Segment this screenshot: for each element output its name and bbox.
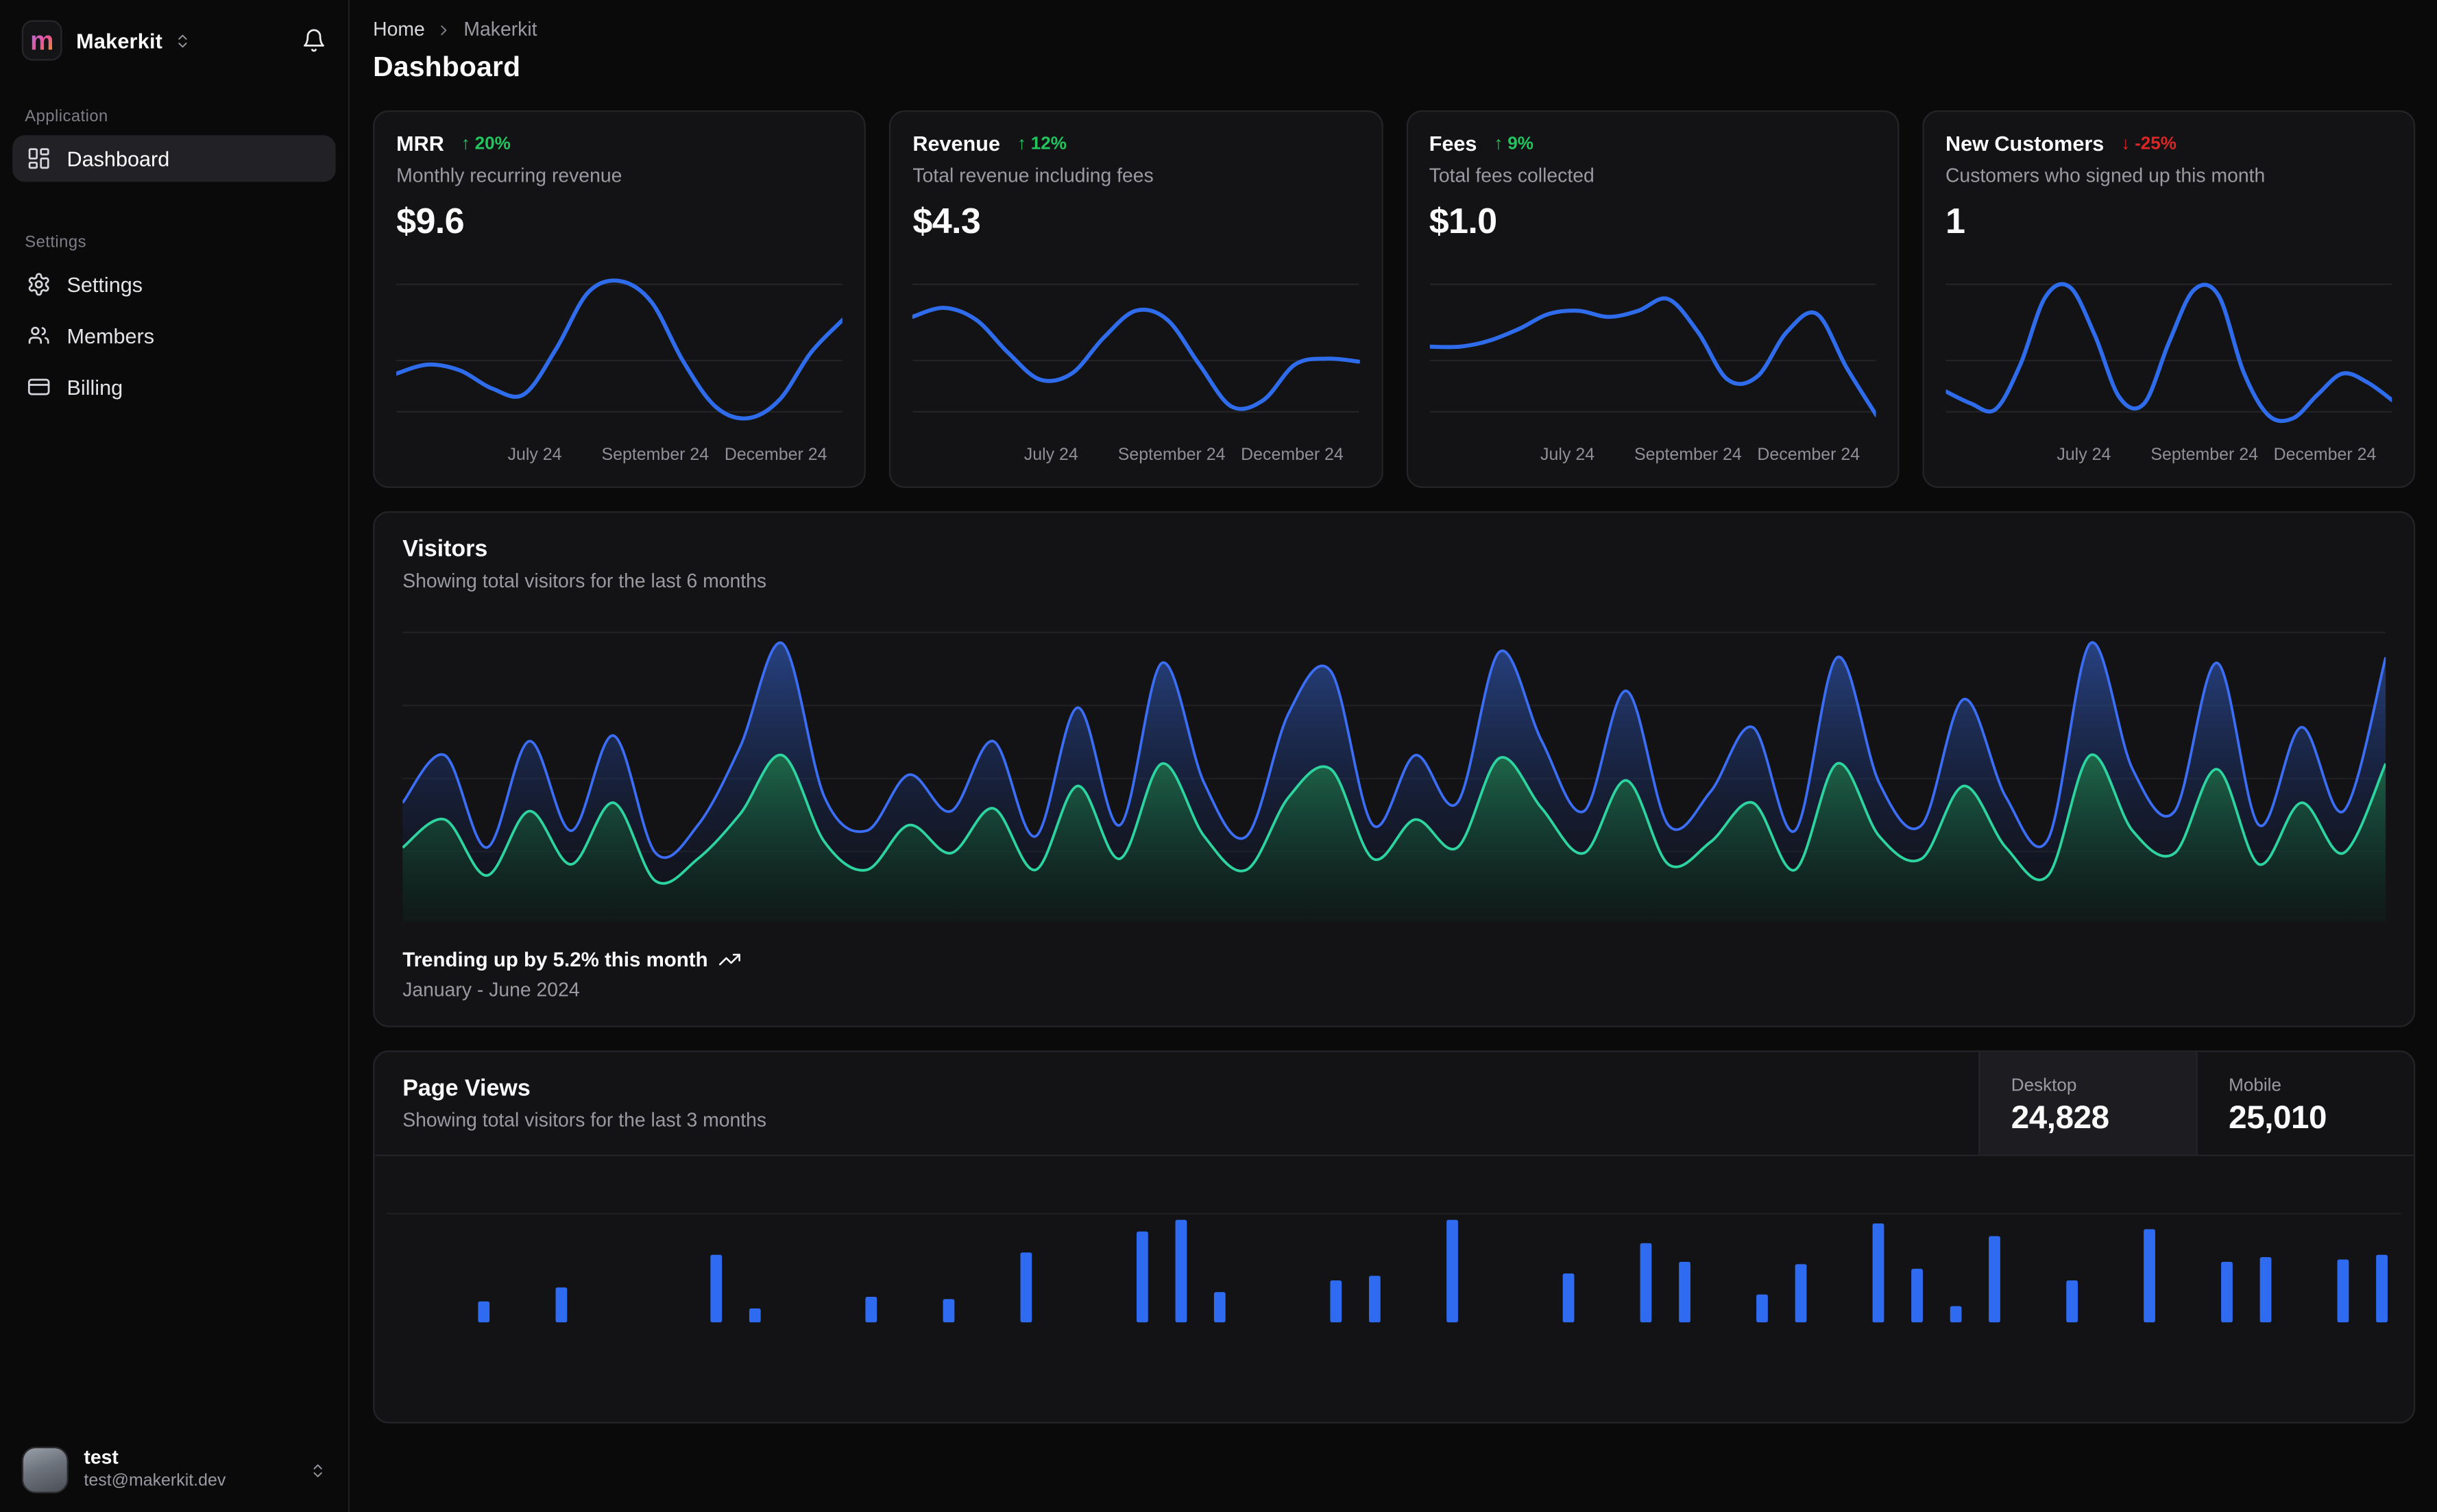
stat-title: MRR [396, 132, 444, 156]
user-name: test [84, 1447, 119, 1470]
trending-summary: Trending up by 5.2% this month [402, 948, 2386, 971]
chevron-right-icon [436, 21, 453, 38]
stat-value: $9.6 [396, 200, 464, 241]
users-icon [27, 324, 51, 348]
trend-badge: ↑ 12% [1017, 134, 1067, 154]
sidebar-item-label: Members [66, 324, 155, 347]
toggle-desktop[interactable]: Desktop 24,828 [1978, 1051, 2196, 1155]
stat-card-revenue: Revenue ↑ 12% Total revenue including fee… [889, 110, 1383, 488]
arrow-up-icon: ↑ [1494, 134, 1503, 154]
stat-subtitle: Monthly recurring revenue [396, 164, 622, 187]
stat-title: Revenue [912, 132, 1001, 156]
makerkit-dashboard-app: m Makerkit Application Dashboard Setting… [0, 0, 2437, 1512]
sidebar-item-billing[interactable]: Billing [12, 364, 336, 411]
toggle-mobile[interactable]: Mobile 25,010 [2196, 1051, 2414, 1155]
arrow-down-icon: ↓ [2121, 134, 2131, 154]
arrow-up-icon: ↑ [1017, 134, 1026, 154]
trend-badge: ↓ -25% [2121, 134, 2177, 154]
stat-title: Fees [1429, 132, 1477, 156]
user-info: test test@makerkit.dev [84, 1447, 226, 1493]
page-views-bar-chart [387, 1212, 2401, 1323]
stat-card-mrr: MRR ↑ 20% Monthly recurring revenue $9.6 … [373, 110, 866, 488]
revenue-line-chart [912, 283, 1359, 413]
stat-subtitle: Total fees collected [1429, 164, 1595, 187]
sidebar-section-application: Application [25, 107, 108, 126]
stat-value: $1.0 [1429, 200, 1497, 241]
sidebar-item-label: Billing [66, 375, 123, 399]
x-axis-labels: July 24 September 24 December 24 [507, 446, 827, 465]
visitors-subtitle: Showing total visitors for the last 6 mo… [402, 570, 767, 592]
stat-subtitle: Customers who signed up this month [1945, 164, 2266, 187]
main-content: Home Makerkit Dashboard MRR ↑ 20% Monthly… [351, 0, 2437, 1512]
stat-value: 1 [1945, 200, 1965, 241]
sidebar: m Makerkit Application Dashboard Setting… [0, 0, 350, 1512]
stat-value: $4.3 [912, 200, 981, 241]
page-views-header: Page Views Showing total visitors for th… [374, 1051, 2414, 1156]
sidebar-item-label: Dashboard [66, 147, 170, 171]
desktop-total: 24,828 [2011, 1099, 2109, 1136]
trending-period: January - June 2024 [402, 979, 580, 1001]
sidebar-item-settings[interactable]: Settings [12, 261, 336, 308]
x-axis-labels: July 24 September 24 December 24 [1023, 446, 1344, 465]
stat-subtitle: Total revenue including fees [912, 164, 1154, 187]
page-views-title: Page Views [402, 1075, 531, 1102]
credit-card-icon [27, 374, 51, 399]
breadcrumb-home-link[interactable]: Home [373, 19, 425, 40]
new-customers-line-chart [1945, 282, 2392, 424]
trending-up-icon [719, 948, 742, 971]
dashboard-icon [27, 146, 51, 171]
makerkit-logo: m [21, 20, 62, 61]
visitors-area-chart [402, 631, 2386, 922]
user-avatar [21, 1446, 69, 1493]
x-axis-labels: July 24 September 24 December 24 [1540, 446, 1860, 465]
x-axis-labels: July 24 September 24 December 24 [2057, 446, 2377, 465]
stat-card-new-customers: New Customers ↓ -25% Customers who signed… [1921, 110, 2416, 488]
sidebar-nav-settings: Settings Members Billing [0, 252, 348, 415]
visitors-title: Visitors [402, 536, 488, 563]
mobile-total: 25,010 [2229, 1099, 2327, 1136]
sidebar-section-settings: Settings [25, 233, 86, 252]
mrr-line-chart [396, 278, 843, 421]
stat-cards-row: MRR ↑ 20% Monthly recurring revenue $9.6 … [373, 110, 2416, 488]
sidebar-nav-application: Dashboard [0, 126, 348, 186]
visitors-card: Visitors Showing total visitors for the … [373, 511, 2416, 1027]
arrow-up-icon: ↑ [461, 134, 470, 154]
sidebar-item-members[interactable]: Members [12, 313, 336, 359]
sidebar-item-label: Settings [66, 272, 143, 296]
fees-line-chart [1429, 283, 1876, 417]
chevrons-up-down-icon [173, 32, 191, 49]
stat-card-fees: Fees ↑ 9% Total fees collected $1.0 July … [1405, 110, 1899, 488]
trend-badge: ↑ 20% [461, 134, 511, 154]
page-title: Dashboard [373, 51, 521, 83]
gear-icon [27, 272, 51, 297]
workspace-name: Makerkit [76, 28, 163, 52]
page-views-subtitle: Showing total visitors for the last 3 mo… [402, 1109, 767, 1132]
chevrons-up-down-icon [309, 1461, 326, 1478]
workspace-selector[interactable]: m Makerkit [0, 0, 348, 61]
breadcrumb-current: Makerkit [463, 19, 537, 40]
breadcrumb: Home Makerkit [373, 19, 2415, 40]
sidebar-item-dashboard[interactable]: Dashboard [12, 135, 336, 182]
stat-title: New Customers [1945, 132, 2105, 156]
user-email: test@makerkit.dev [84, 1471, 226, 1491]
trend-badge: ↑ 9% [1494, 134, 1533, 154]
notifications-bell-icon[interactable] [302, 28, 326, 53]
user-menu-button[interactable]: test test@makerkit.dev [0, 1428, 348, 1512]
page-views-card: Page Views Showing total visitors for th… [373, 1050, 2416, 1424]
